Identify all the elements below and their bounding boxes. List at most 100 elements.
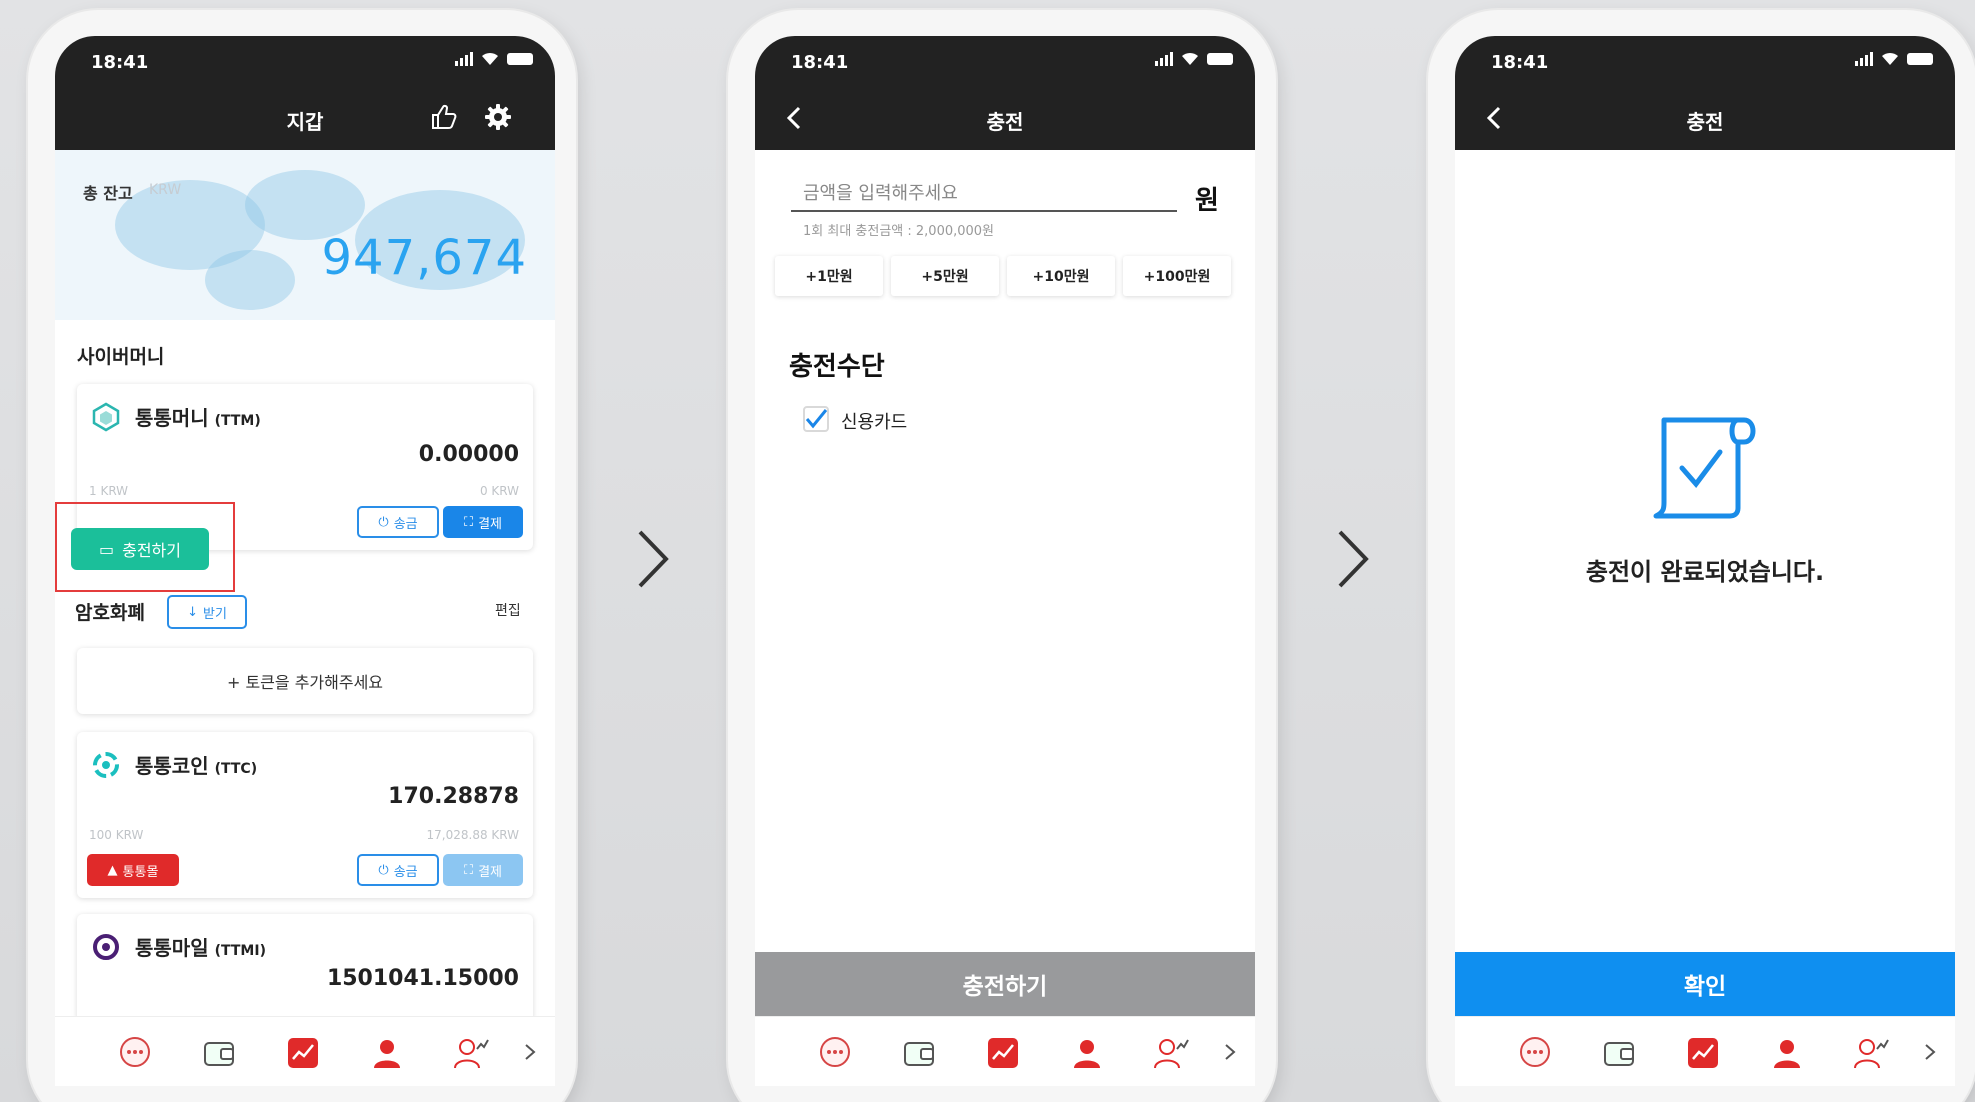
scan-icon: ⛶ bbox=[463, 862, 474, 878]
ttc-mall-button[interactable]: ▲ 통통몰 bbox=[87, 854, 179, 886]
world-map-shape bbox=[205, 250, 295, 310]
chat-icon[interactable] bbox=[817, 1035, 853, 1071]
person-icon[interactable] bbox=[1069, 1035, 1105, 1071]
submit-charge-button[interactable]: 충전하기 bbox=[755, 952, 1255, 1016]
tab-bar bbox=[55, 1016, 555, 1086]
quick-amount-button[interactable]: +5만원 bbox=[891, 256, 999, 296]
quick-amount-button[interactable]: +100만원 bbox=[1123, 256, 1231, 296]
ttm-send-button[interactable]: ⏻ 송금 bbox=[357, 506, 439, 538]
status-time: 18:41 bbox=[91, 52, 149, 73]
add-token-button[interactable]: + 토큰을 추가해주세요 bbox=[77, 648, 533, 714]
shop-icon: ▲ bbox=[107, 862, 118, 878]
ttmi-name: 통통마일 (TTMI) bbox=[135, 936, 266, 960]
signal-icon bbox=[455, 52, 473, 66]
person-icon[interactable] bbox=[1769, 1035, 1805, 1071]
ttm-rate: 1 KRW bbox=[89, 484, 129, 498]
tab-bar bbox=[1455, 1016, 1955, 1086]
ttc-card[interactable]: 통통코인 (TTC) 170.28878 100 KRW 17,028.88 KR… bbox=[77, 732, 533, 898]
person-icon[interactable] bbox=[369, 1035, 405, 1071]
checkmark-icon bbox=[805, 409, 828, 429]
gear-icon[interactable] bbox=[483, 102, 513, 132]
tab-bar bbox=[755, 1016, 1255, 1086]
chevron-right-icon[interactable] bbox=[1220, 1039, 1240, 1065]
quick-amount-row: +1만원 +5만원 +10만원 +100만원 bbox=[775, 256, 1231, 296]
credit-card-checkbox[interactable] bbox=[803, 406, 829, 432]
confirm-button[interactable]: 확인 bbox=[1455, 952, 1955, 1016]
people-icon[interactable] bbox=[1153, 1035, 1189, 1071]
charge-screen: 18:41 충전 원 1회 최대 충전금액 : 2,000,000원 +1만원 … bbox=[755, 36, 1255, 1086]
battery-icon bbox=[507, 53, 533, 65]
complete-screen: 18:41 충전 충전이 완료되었습니다. 확인 bbox=[1455, 36, 1955, 1086]
thumbs-up-icon[interactable] bbox=[429, 102, 459, 132]
chat-icon[interactable] bbox=[1517, 1035, 1553, 1071]
status-icons bbox=[1855, 52, 1933, 66]
status-time: 18:41 bbox=[1491, 52, 1549, 73]
ttc-send-button[interactable]: ⏻ 송금 bbox=[357, 854, 439, 886]
complete-header: 충전 bbox=[1455, 86, 1955, 150]
ttc-rate: 100 KRW bbox=[89, 828, 144, 842]
chart-icon[interactable] bbox=[1685, 1035, 1721, 1071]
phone-charge: 18:41 충전 원 1회 최대 충전금액 : 2,000,000원 +1만원 … bbox=[728, 10, 1276, 1102]
ttmi-card[interactable]: 통통마일 (TTMI) 1501041.15000 bbox=[77, 914, 533, 1024]
ttm-pay-button[interactable]: ⛶ 결제 bbox=[443, 506, 523, 538]
ttm-amount: 0.00000 bbox=[418, 442, 519, 467]
download-icon: ↓ bbox=[187, 604, 198, 620]
chart-icon[interactable] bbox=[985, 1035, 1021, 1071]
wallet-icon[interactable] bbox=[901, 1035, 937, 1071]
chart-icon[interactable] bbox=[285, 1035, 321, 1071]
edit-link[interactable]: 편집 bbox=[495, 600, 521, 620]
people-icon[interactable] bbox=[1853, 1035, 1889, 1071]
wallet-icon[interactable] bbox=[1601, 1035, 1637, 1071]
receive-button[interactable]: ↓ 받기 bbox=[167, 595, 247, 629]
status-icons bbox=[1155, 52, 1233, 66]
status-icons bbox=[455, 52, 533, 66]
charge-header: 충전 bbox=[755, 86, 1255, 150]
wallet-screen: 18:41 지갑 총 잔고 KRW 947,674 사이버머니 통통머니 (TTM… bbox=[55, 36, 555, 1086]
quick-amount-button[interactable]: +10만원 bbox=[1007, 256, 1115, 296]
payment-method-title: 충전수단 bbox=[789, 352, 885, 382]
ttm-name: 통통머니 (TTM) bbox=[135, 406, 261, 430]
balance-unit: KRW bbox=[149, 182, 182, 198]
page-title: 충전 bbox=[1686, 110, 1724, 134]
signal-icon bbox=[1155, 52, 1173, 66]
wifi-icon bbox=[482, 52, 498, 65]
scan-icon: ⛶ bbox=[463, 514, 474, 530]
people-icon[interactable] bbox=[453, 1035, 489, 1071]
phone-complete: 18:41 충전 충전이 완료되었습니다. 확인 bbox=[1428, 10, 1975, 1102]
power-icon: ⏻ bbox=[378, 514, 389, 530]
status-bar: 18:41 bbox=[55, 36, 555, 86]
wallet-icon[interactable] bbox=[201, 1035, 237, 1071]
complete-message: 충전이 완료되었습니다. bbox=[1585, 558, 1825, 586]
amount-input[interactable] bbox=[791, 176, 1177, 212]
ttc-amount: 170.28878 bbox=[388, 784, 519, 809]
credit-card-label[interactable]: 신용카드 bbox=[841, 408, 907, 434]
chevron-right-icon bbox=[638, 530, 669, 588]
phone-wallet: 18:41 지갑 총 잔고 KRW 947,674 사이버머니 통통머니 (TTM… bbox=[28, 10, 576, 1102]
chevron-right-icon bbox=[1338, 530, 1369, 588]
balance-value: 947,674 bbox=[321, 230, 527, 286]
ttm-krw: 0 KRW bbox=[479, 484, 519, 498]
chevron-right-icon[interactable] bbox=[1920, 1039, 1940, 1065]
hexagon-coin-icon bbox=[92, 402, 120, 432]
chat-icon[interactable] bbox=[117, 1035, 153, 1071]
balance-card: 총 잔고 KRW 947,674 bbox=[55, 150, 555, 320]
battery-icon bbox=[1207, 53, 1233, 65]
balance-label: 총 잔고 bbox=[83, 184, 133, 203]
won-unit: 원 bbox=[1195, 186, 1219, 216]
page-title: 충전 bbox=[986, 110, 1024, 134]
chevron-right-icon[interactable] bbox=[520, 1039, 540, 1065]
status-time: 18:41 bbox=[791, 52, 849, 73]
power-icon: ⏻ bbox=[378, 862, 389, 878]
status-bar: 18:41 bbox=[1455, 36, 1955, 86]
battery-icon bbox=[1907, 53, 1933, 65]
status-bar: 18:41 bbox=[755, 36, 1255, 86]
ttc-krw: 17,028.88 KRW bbox=[426, 828, 519, 842]
max-charge-note: 1회 최대 충전금액 : 2,000,000원 bbox=[803, 224, 995, 239]
quick-amount-button[interactable]: +1만원 bbox=[775, 256, 883, 296]
highlight-box bbox=[55, 502, 235, 592]
ttc-name: 통통코인 (TTC) bbox=[135, 754, 258, 778]
ttc-coin-icon bbox=[93, 752, 119, 778]
ttc-pay-button[interactable]: ⛶ 결제 bbox=[443, 854, 523, 886]
wifi-icon bbox=[1182, 52, 1198, 65]
receipt-check-icon bbox=[1653, 417, 1756, 519]
